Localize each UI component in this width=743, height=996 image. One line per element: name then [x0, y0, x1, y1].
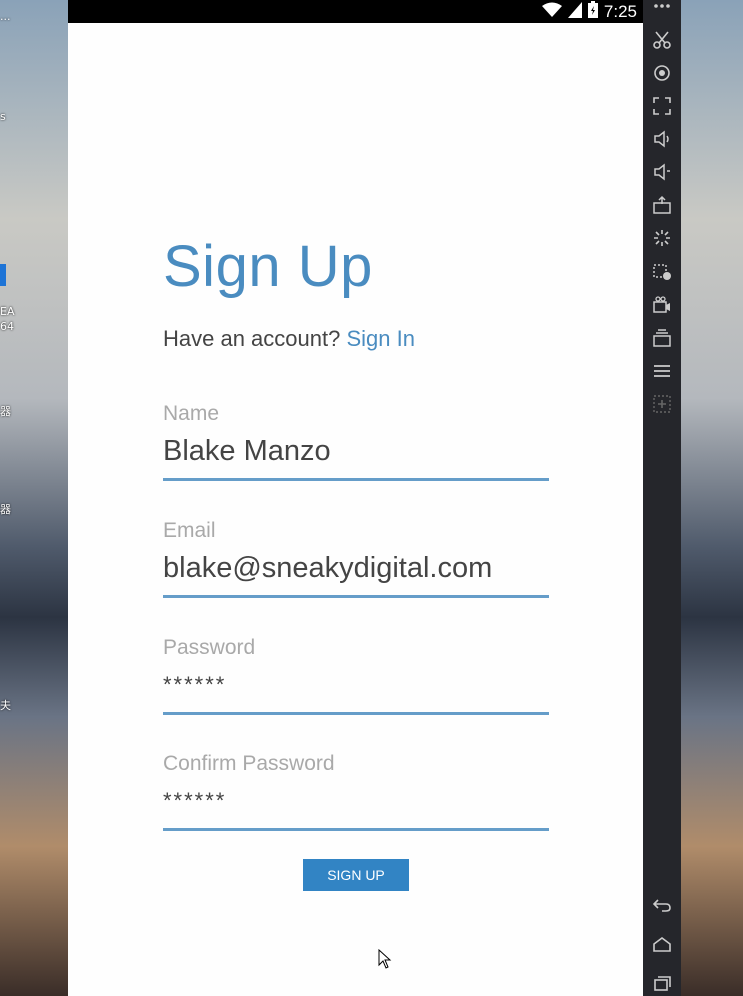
confirm-password-label: Confirm Password: [163, 752, 335, 775]
status-bar: 7:25: [68, 0, 643, 23]
battery-icon: [587, 1, 598, 23]
recents-icon[interactable]: [650, 971, 674, 995]
name-label: Name: [163, 402, 220, 425]
sign-in-link[interactable]: Sign In: [346, 326, 415, 351]
desktop-label[interactable]: 器: [0, 501, 11, 517]
desktop-label[interactable]: 64: [0, 320, 14, 333]
screen-record-icon[interactable]: [650, 260, 674, 284]
add-icon[interactable]: [650, 392, 674, 416]
desktop-app-icon[interactable]: [0, 264, 6, 286]
volume-down-icon[interactable]: [650, 160, 674, 184]
multi-window-icon[interactable]: [650, 326, 674, 350]
name-underline: [163, 478, 549, 481]
have-account-row: Have an account? Sign In: [163, 326, 415, 352]
name-field: Name: [163, 402, 549, 481]
page-title: Sign Up: [163, 234, 373, 299]
password-label: Password: [163, 636, 256, 659]
emulator-toolbar: [643, 0, 681, 996]
confirm-password-input[interactable]: [163, 782, 549, 820]
status-time: 7:25: [603, 2, 637, 21]
wifi-icon: [541, 2, 562, 23]
password-input[interactable]: [163, 666, 549, 704]
fullscreen-icon[interactable]: [650, 94, 674, 118]
sign-up-button[interactable]: SIGN UP: [303, 859, 409, 891]
apk-install-icon[interactable]: [650, 193, 674, 217]
loading-icon[interactable]: [650, 226, 674, 250]
desktop-label[interactable]: ...: [0, 10, 11, 23]
password-field: Password: [163, 636, 549, 715]
signal-icon: [567, 1, 582, 23]
confirm-password-underline: [163, 828, 549, 831]
desktop-label[interactable]: EA: [0, 305, 14, 318]
home-icon[interactable]: [650, 933, 674, 957]
desktop-label[interactable]: 器: [0, 403, 11, 419]
email-underline: [163, 595, 549, 598]
mouse-cursor-icon: [378, 949, 392, 969]
app-screen: Sign Up Have an account? Sign In Name Em…: [68, 23, 643, 996]
have-account-text: Have an account?: [163, 326, 341, 351]
desktop-label[interactable]: 夫: [0, 697, 11, 713]
desktop-label[interactable]: s: [0, 110, 6, 123]
more-icon[interactable]: [650, 0, 674, 18]
desktop-icons-strip: ... s EA 64 器 器 夫: [0, 0, 68, 996]
confirm-password-field: Confirm Password: [163, 752, 549, 831]
scissors-icon[interactable]: [650, 28, 674, 52]
camera-icon[interactable]: [650, 293, 674, 317]
email-input[interactable]: [163, 549, 549, 587]
volume-up-icon[interactable]: [650, 127, 674, 151]
email-field: Email: [163, 519, 549, 598]
location-icon[interactable]: [650, 61, 674, 85]
email-label: Email: [163, 519, 216, 542]
name-input[interactable]: [163, 432, 549, 470]
menu-icon[interactable]: [650, 359, 674, 383]
password-underline: [163, 712, 549, 715]
back-icon[interactable]: [650, 893, 674, 917]
